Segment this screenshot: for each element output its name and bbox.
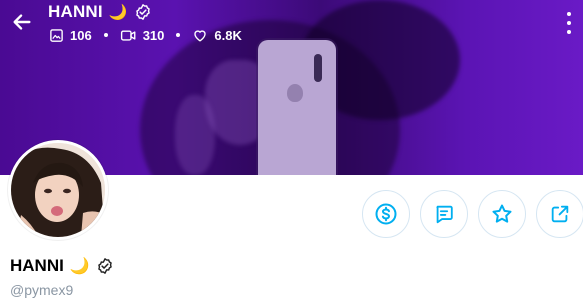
message-icon [436,205,453,224]
back-button[interactable] [8,8,36,36]
stat-photos-count: 106 [70,27,92,43]
dollar-icon [375,203,397,225]
moon-emoji: 🌙 [69,258,90,275]
profile-name: HANNI [10,256,64,275]
share-icon [551,205,569,223]
header-name: HANNI [48,2,103,21]
favorite-button[interactable] [478,190,526,238]
avatar-photo [11,143,105,237]
stat-photos: 106 [49,28,92,43]
profile-actions [362,190,583,238]
header-stats: 106 310 6.8K [49,26,242,44]
verified-badge-icon [97,258,112,274]
more-options-button[interactable] [563,12,575,34]
moon-emoji: 🌙 [108,4,128,21]
profile-name-row: HANNI 🌙 [10,256,114,276]
stat-likes-count: 6.8K [214,27,242,43]
message-button[interactable] [420,190,468,238]
avatar[interactable] [8,140,108,240]
arrow-left-icon [13,14,31,30]
header-title: HANNI 🌙 [48,1,152,23]
top-bar: HANNI 🌙 106 310 6.8K [0,0,583,50]
profile-page: HANNI 🌙 106 310 6.8K HANNI 🌙 @pymex9 [0,0,583,301]
verified-badge-icon [135,4,150,20]
share-button[interactable] [536,190,583,238]
stat-videos-count: 310 [142,27,165,43]
stat-videos: 310 [120,27,165,43]
star-icon [492,204,512,223]
stat-likes: 6.8K [192,27,242,43]
profile-handle[interactable]: @pymex9 [10,282,73,298]
banner-phone-image [258,40,336,175]
heart-icon [194,29,207,41]
video-icon [120,29,136,41]
image-icon [50,28,63,42]
tip-button[interactable] [362,190,410,238]
